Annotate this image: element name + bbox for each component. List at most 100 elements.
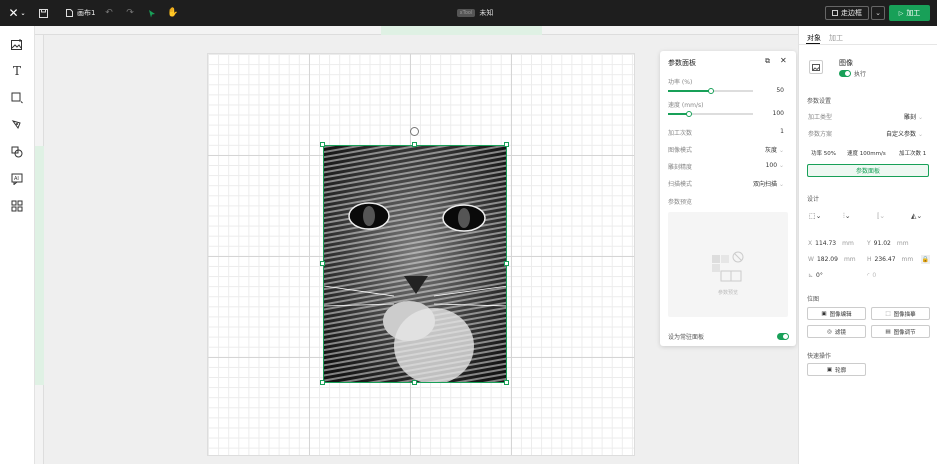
outline-button[interactable]: ▣ 轮廓 (807, 363, 866, 376)
horizontal-ruler (35, 26, 798, 35)
h-label: H (867, 256, 872, 263)
scan-select[interactable]: 双向扫描 ⌄ (753, 179, 784, 188)
passes-value[interactable]: 1 (780, 128, 784, 135)
layers-icon[interactable] (9, 144, 25, 160)
object-thumbnail-icon (809, 60, 823, 74)
image-icon[interactable] (9, 36, 25, 52)
save-icon[interactable] (36, 0, 50, 26)
power-label: 功率 (%) (668, 79, 693, 86)
scan-value: 双向扫描 (753, 181, 778, 188)
resize-handle[interactable] (504, 261, 509, 266)
shape-icon[interactable] (9, 90, 25, 106)
passes-chip: 加工次数 1 (899, 151, 927, 157)
w-label: W (808, 256, 814, 263)
top-bar: ✕ ⌄ 画布1 ↶ ↷ ✋ xTool 未知 走边框 ⌄ ▷ 加工 (0, 0, 937, 26)
preview-placeholder: 参数预览 (717, 290, 738, 296)
filter-label: 滤镜 (834, 329, 846, 336)
play-icon: ▷ (898, 9, 904, 17)
image-edit-button[interactable]: ▣ 图像编辑 (807, 307, 866, 320)
flip-icon[interactable]: ◭⌄ (911, 212, 922, 220)
x-field[interactable]: X 114.73 mm (808, 240, 854, 247)
rotate-icon: ⊾ (808, 272, 814, 279)
resize-handle[interactable] (320, 142, 325, 147)
speed-label: 速度 (mm/s) (668, 102, 704, 109)
bitmap-title: 位图 (807, 296, 820, 303)
resize-handle[interactable] (412, 142, 417, 147)
image-adjust-icon: ▤ (885, 328, 891, 335)
rotate-handle[interactable] (410, 127, 419, 136)
image-edit-icon: ▣ (821, 310, 827, 317)
image-mode-label: 图像模式 (668, 147, 693, 154)
corner-value: 0 (872, 272, 877, 279)
w-value: 182.09 (816, 256, 838, 263)
y-field[interactable]: Y 91.02 mm (867, 240, 909, 247)
vertical-ruler (35, 35, 44, 464)
process-type-select[interactable]: 雕刻 ⌄ (904, 112, 923, 121)
resize-handle[interactable] (320, 261, 325, 266)
device-selector[interactable]: xTool 未知 (444, 0, 506, 26)
param-scheme-select[interactable]: 自定义参数 ⌄ (886, 129, 923, 138)
power-slider[interactable] (668, 88, 753, 94)
x-value: 114.73 (815, 240, 837, 247)
tab-process[interactable]: 加工 (829, 33, 843, 43)
rotate-value: 0° (816, 272, 823, 279)
image-adjust-button[interactable]: ▤ 图像调节 (871, 325, 930, 338)
corner-field[interactable]: ◜ 0 (867, 272, 876, 279)
x-logo-icon[interactable]: ✕ ⌄ (6, 0, 28, 26)
default-panel-toggle[interactable] (777, 333, 789, 340)
lock-ratio-icon[interactable]: 🔒 (921, 255, 930, 264)
speed-slider[interactable] (668, 111, 753, 117)
resize-handle[interactable] (412, 380, 417, 385)
cat-image[interactable] (323, 145, 507, 383)
device-tag: xTool (456, 9, 476, 17)
frame-icon (832, 10, 838, 16)
resize-handle[interactable] (504, 142, 509, 147)
image-mode-select[interactable]: 灰度 ⌄ (765, 145, 784, 154)
process-type-value: 雕刻 (904, 114, 917, 121)
undo-icon[interactable]: ↶ (103, 0, 115, 26)
filter-icon: ◎ (827, 328, 832, 335)
tab-object[interactable]: 对象 (807, 33, 821, 43)
svg-text:AI: AI (14, 176, 19, 182)
y-label: Y (867, 240, 871, 247)
arrange-icon[interactable]: ⫿⌄ (877, 212, 885, 221)
passes-label: 加工次数 (668, 130, 693, 137)
frame-label: 走边框 (841, 9, 862, 17)
close-icon[interactable]: ✕ (780, 56, 787, 65)
preview-label: 参数预览 (668, 199, 693, 206)
pen-icon[interactable] (9, 117, 25, 133)
file-name[interactable]: 画布1 (66, 0, 95, 26)
object-name: 图像 (839, 59, 853, 67)
design-title: 设计 (807, 196, 820, 203)
distribute-icon[interactable]: ⫶⌄ (843, 212, 851, 221)
power-value[interactable]: 50 (776, 87, 784, 94)
hand-tool-icon[interactable]: ✋ (167, 0, 179, 26)
ai-icon[interactable]: AI (9, 171, 25, 187)
process-button[interactable]: ▷ 加工 (889, 5, 930, 21)
chevron-down-icon: ⌄ (917, 131, 923, 138)
execute-toggle[interactable] (839, 70, 851, 77)
h-field[interactable]: H 236.47 mm (867, 256, 913, 263)
align-icon[interactable]: ⬚⌄ (809, 212, 821, 220)
resize-handle[interactable] (504, 380, 509, 385)
speed-value[interactable]: 100 (773, 110, 784, 117)
pin-icon[interactable]: ⧉ (765, 57, 770, 66)
outline-label: 轮廓 (835, 367, 847, 374)
frame-dropdown-button[interactable]: ⌄ (871, 6, 885, 20)
image-trace-button[interactable]: ⬚ 图像描摹 (871, 307, 930, 320)
param-scheme-label: 参数方案 (808, 131, 833, 138)
image-mode-value: 灰度 (765, 147, 778, 154)
filter-button[interactable]: ◎ 滤镜 (807, 325, 866, 338)
select-tool-icon[interactable] (146, 0, 158, 26)
w-field[interactable]: W 182.09 mm (808, 256, 856, 263)
file-icon (66, 9, 73, 17)
apps-icon[interactable] (9, 198, 25, 214)
param-panel-button[interactable]: 参数面板 (807, 164, 929, 177)
frame-button[interactable]: 走边框 (825, 6, 869, 20)
lpi-select[interactable]: 100 ⌄ (766, 162, 784, 169)
redo-icon[interactable]: ↷ (124, 0, 136, 26)
rotate-field[interactable]: ⊾ 0° (808, 272, 823, 279)
process-type-label: 加工类型 (808, 114, 833, 121)
text-icon[interactable]: T (9, 63, 25, 79)
resize-handle[interactable] (320, 380, 325, 385)
